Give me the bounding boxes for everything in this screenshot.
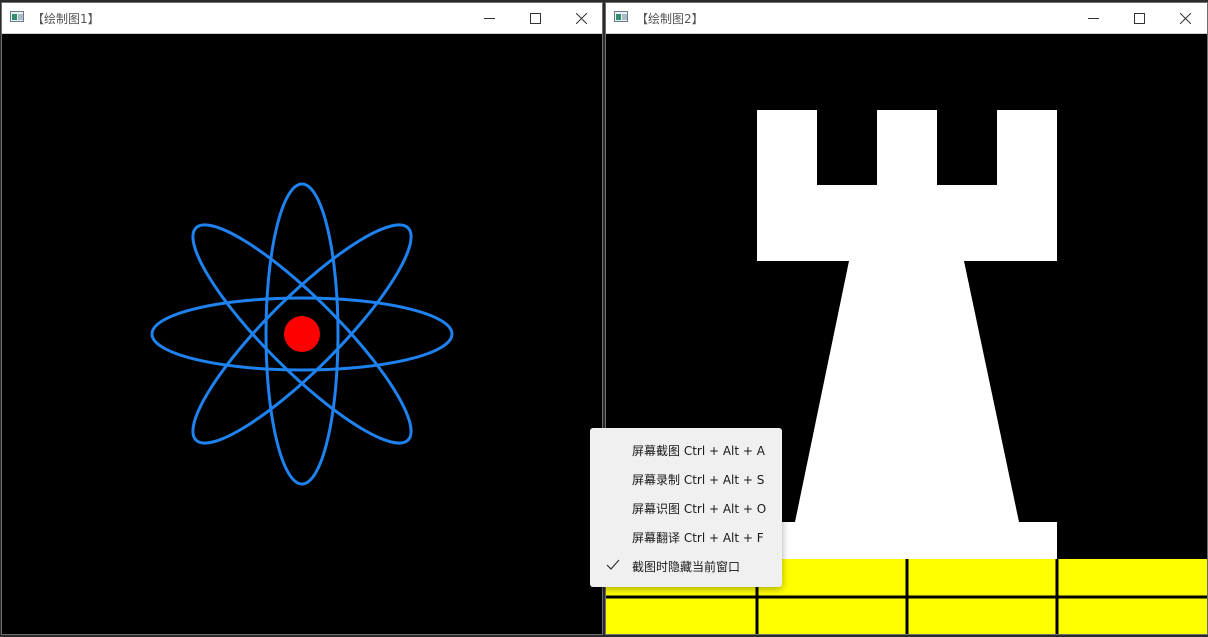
close-button[interactable] <box>558 3 604 33</box>
menu-item-hide-window[interactable]: 截图时隐藏当前窗口 <box>590 551 782 580</box>
nucleus <box>284 316 320 352</box>
title-bar[interactable]: 【绘制图2】 <box>606 3 1207 34</box>
maximize-icon <box>1133 12 1145 24</box>
window-drawing-1: 【绘制图1】 <box>1 2 603 635</box>
menu-item-screen-translate[interactable]: 屏幕翻译 Ctrl + Alt + F <box>590 522 782 551</box>
maximize-button[interactable] <box>1116 3 1162 33</box>
drawing-canvas-1 <box>2 34 602 634</box>
menu-item-label: 截图时隐藏当前窗口 <box>632 560 741 574</box>
app-icon <box>10 11 24 22</box>
menu-item-screenshot[interactable]: 屏幕截图 Ctrl + Alt + A <box>590 435 782 464</box>
menu-item-screen-ocr[interactable]: 屏幕识图 Ctrl + Alt + O <box>590 493 782 522</box>
menu-item-label: 屏幕翻译 Ctrl + Alt + F <box>632 531 764 545</box>
minimize-icon <box>483 17 495 19</box>
minimize-icon <box>1087 17 1099 19</box>
title-bar[interactable]: 【绘制图1】 <box>2 3 602 34</box>
context-menu: 屏幕截图 Ctrl + Alt + A 屏幕录制 Ctrl + Alt + S … <box>590 428 782 587</box>
window-title: 【绘制图2】 <box>636 12 704 26</box>
atom-drawing <box>150 182 454 486</box>
close-icon <box>1179 12 1191 24</box>
menu-item-label: 屏幕截图 Ctrl + Alt + A <box>632 444 765 458</box>
maximize-button[interactable] <box>512 3 558 33</box>
menu-item-label: 屏幕录制 Ctrl + Alt + S <box>632 473 765 487</box>
menu-item-screen-record[interactable]: 屏幕录制 Ctrl + Alt + S <box>590 464 782 493</box>
app-icon <box>614 11 628 22</box>
rook-piece <box>757 110 1057 559</box>
minimize-button[interactable] <box>1070 3 1116 33</box>
maximize-icon <box>529 12 541 24</box>
check-icon <box>606 559 620 570</box>
close-button[interactable] <box>1162 3 1208 33</box>
close-icon <box>575 12 587 24</box>
menu-item-label: 屏幕识图 Ctrl + Alt + O <box>632 502 767 516</box>
minimize-button[interactable] <box>466 3 512 33</box>
window-title: 【绘制图1】 <box>32 12 100 26</box>
